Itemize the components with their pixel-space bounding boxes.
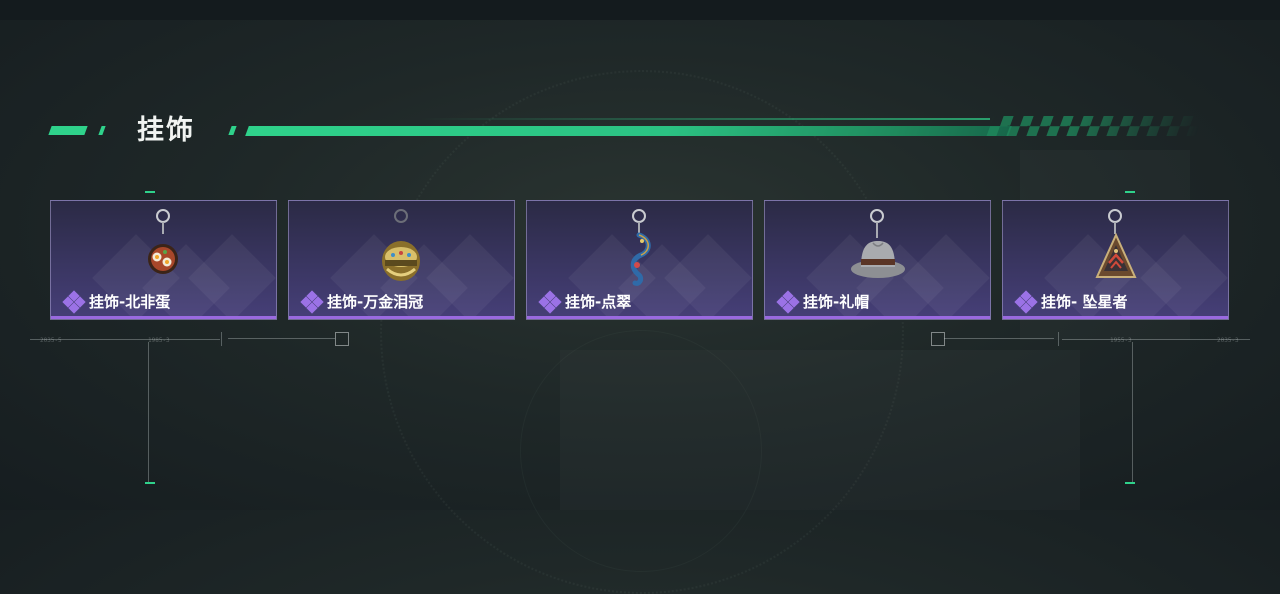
- header-bar: [245, 126, 1012, 136]
- golden-crown-charm-icon: [382, 241, 420, 281]
- rarity-diamond-icon: [776, 289, 800, 314]
- item-name: 挂饰- 坠星者: [1041, 293, 1128, 311]
- decor-square-icon: [335, 332, 349, 346]
- header-slash: [228, 126, 237, 135]
- item-card[interactable]: 挂饰-万金泪冠: [288, 200, 515, 320]
- chain-icon: [876, 222, 878, 238]
- decor-line: [228, 338, 335, 339]
- decor-code: 2035-3: [1217, 337, 1239, 344]
- header-dash-small: [98, 126, 106, 135]
- decor-code: 2035-5: [40, 337, 62, 344]
- item-card[interactable]: 挂饰- 坠星者: [1002, 200, 1229, 320]
- background-structure: [560, 350, 1080, 510]
- top-strip: [0, 0, 1280, 20]
- header-dash: [48, 126, 88, 135]
- decor-square-icon: [931, 332, 945, 346]
- item-card[interactable]: 挂饰-点翠: [526, 200, 753, 320]
- keyring-icon: [156, 209, 170, 223]
- kingfisher-ornament-charm-icon: [630, 232, 651, 286]
- keyring-icon: [870, 209, 884, 223]
- rarity-diamond-icon: [1014, 289, 1038, 314]
- corner-tick: [1125, 482, 1135, 484]
- decor-line: [944, 338, 1054, 339]
- item-label: 挂饰-北非蛋: [62, 289, 171, 314]
- item-label: 挂饰-礼帽: [776, 289, 870, 314]
- shakshuka-pan-charm-icon: [148, 244, 178, 274]
- keyring-icon: [632, 209, 646, 223]
- item-card[interactable]: 挂饰-礼帽: [764, 200, 991, 320]
- item-card-row: 挂饰-北非蛋 挂饰-万金泪冠 挂饰-点翠 挂饰-礼帽 挂饰- 坠星者: [50, 200, 1230, 322]
- item-label: 挂饰-点翠: [538, 289, 632, 314]
- header-checker-pattern: [986, 116, 1204, 136]
- header-thin-line: [420, 118, 990, 120]
- rarity-diamond-icon: [300, 289, 324, 314]
- decor-vertical-line: [1132, 342, 1133, 482]
- item-label: 挂饰- 坠星者: [1014, 289, 1128, 314]
- item-card[interactable]: 挂饰-北非蛋: [50, 200, 277, 320]
- corner-tick: [145, 482, 155, 484]
- triangle-emblem-charm-icon: [1095, 233, 1137, 278]
- keyring-icon: [394, 209, 408, 223]
- corner-tick: [145, 191, 155, 193]
- decor-divider: [1058, 332, 1059, 346]
- decor-vertical-line: [148, 342, 149, 482]
- item-name: 挂饰-礼帽: [803, 293, 870, 311]
- rarity-diamond-icon: [62, 289, 86, 314]
- decor-divider: [221, 332, 222, 346]
- item-name: 挂饰-万金泪冠: [327, 293, 424, 311]
- item-name: 挂饰-点翠: [565, 293, 632, 311]
- fedora-hat-charm-icon: [851, 241, 905, 278]
- section-title: 挂饰: [137, 115, 195, 146]
- item-name: 挂饰-北非蛋: [89, 293, 171, 311]
- keyring-icon: [1108, 209, 1122, 223]
- decor-code: 1955-3: [1110, 337, 1132, 344]
- item-label: 挂饰-万金泪冠: [300, 289, 424, 314]
- rarity-diamond-icon: [538, 289, 562, 314]
- decor-code: 1985-3: [148, 337, 170, 344]
- corner-tick: [1125, 191, 1135, 193]
